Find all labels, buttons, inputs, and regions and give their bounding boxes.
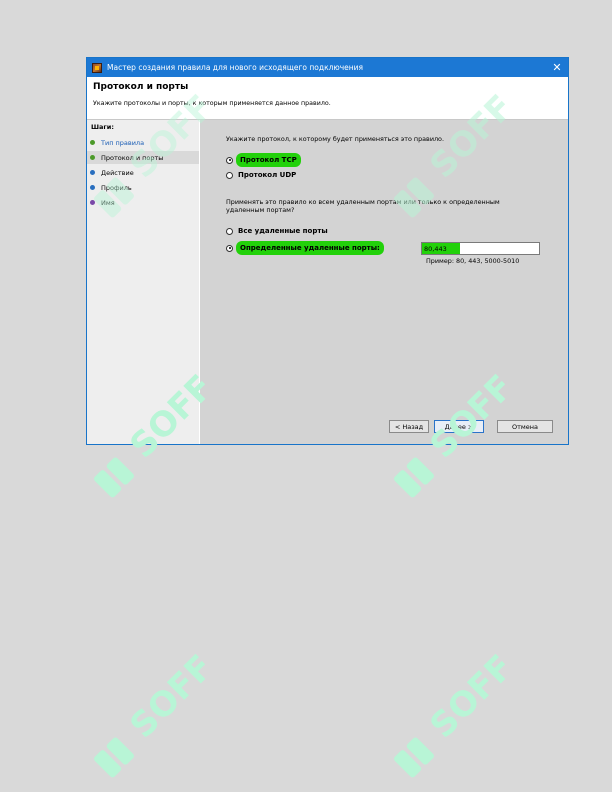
close-button[interactable]: ✕ (546, 58, 568, 77)
ports-input-value: 80,443 (422, 243, 460, 254)
step-label: Тип правила (101, 138, 145, 147)
page-title: Протокол и порты (93, 82, 189, 92)
step-status-icon (90, 140, 95, 145)
radio-button-icon (226, 244, 233, 252)
step-action: Действие (87, 166, 199, 179)
step-label: Профиль (101, 183, 132, 192)
watermark-logo-icon: SOFF (94, 647, 221, 778)
step-status-icon (90, 200, 95, 205)
protocol-prompt: Укажите протокол, к которому будет приме… (226, 135, 444, 143)
step-protocol-ports[interactable]: Протокол и порты (87, 151, 199, 164)
content-panel: Укажите протокол, к которому будет приме… (200, 120, 568, 444)
firewall-icon (92, 62, 102, 73)
radio-udp-label: Протокол UDP (238, 171, 297, 179)
next-button[interactable]: Далее > (434, 420, 484, 433)
radio-button-icon (226, 171, 233, 179)
window-title: Мастер создания правила для нового исход… (107, 63, 364, 72)
radio-specific-ports-label: Определенные удаленные порты: (238, 243, 382, 253)
radio-tcp-label: Протокол TCP (238, 155, 299, 165)
radio-all-ports-label: Все удаленные порты (238, 227, 328, 235)
step-rule-type[interactable]: Тип правила (87, 136, 199, 149)
cancel-button[interactable]: Отмена (497, 420, 553, 433)
step-status-icon (90, 185, 95, 190)
radio-button-icon (226, 156, 233, 164)
radio-tcp[interactable]: Протокол TCP (226, 155, 299, 165)
title-bar: Мастер создания правила для нового исход… (87, 58, 568, 77)
back-button[interactable]: < Назад (389, 420, 429, 433)
ports-prompt: Применять это правило ко всем удаленным … (226, 198, 500, 214)
radio-udp[interactable]: Протокол UDP (226, 171, 296, 179)
page-subtitle: Укажите протоколы и порты, к которым при… (93, 100, 331, 107)
steps-panel: Шаги: Тип правила Протокол и порты Дейст… (87, 120, 199, 444)
wizard-header: Протокол и порты Укажите протоколы и пор… (87, 77, 568, 120)
step-label: Имя (101, 198, 115, 207)
radio-specific-ports[interactable]: Определенные удаленные порты: (226, 243, 382, 253)
watermark-text: SOFF (122, 647, 221, 746)
step-label: Протокол и порты (101, 153, 164, 162)
step-profile: Профиль (87, 181, 199, 194)
wizard-window: Мастер создания правила для нового исход… (86, 57, 569, 445)
step-status-icon (90, 155, 95, 160)
steps-label: Шаги: (91, 123, 114, 131)
watermark-logo-icon: SOFF (394, 647, 521, 778)
ports-example: Пример: 80, 443, 5000-5010 (426, 257, 520, 265)
step-label: Действие (101, 168, 134, 177)
step-name: Имя (87, 196, 199, 209)
watermark-text: SOFF (422, 647, 521, 746)
ports-input[interactable]: 80,443 (421, 242, 540, 255)
radio-button-icon (226, 227, 233, 235)
radio-all-ports[interactable]: Все удаленные порты (226, 227, 328, 235)
step-status-icon (90, 170, 95, 175)
